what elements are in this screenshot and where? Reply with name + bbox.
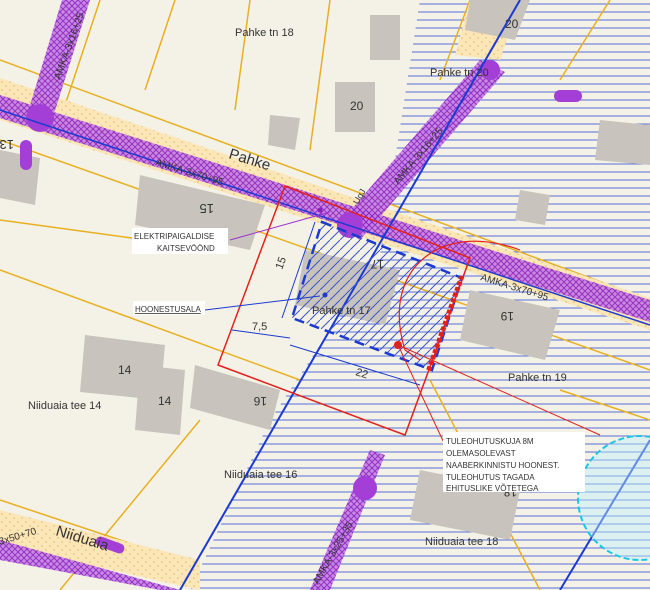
- callout-elektri: ELEKTRIPAIGALDISE KAITSEVÖÖND: [132, 228, 228, 254]
- building-small-1: [268, 115, 300, 150]
- building-small-2: [515, 190, 550, 225]
- callout-fire-line5: EHITUSLIKE VÕTETEGA: [446, 484, 539, 493]
- house-number-20-top: 20: [505, 17, 519, 31]
- house-number-13: 13: [0, 137, 14, 152]
- house-number-15: 15: [200, 201, 214, 216]
- label-niiduaia-16: Niiduaia tee 16: [224, 469, 297, 481]
- callout-elektri-line1: ELEKTRIPAIGALDISE: [134, 232, 214, 241]
- label-niiduaia-18: Niiduaia tee 18: [425, 536, 498, 548]
- house-number-20: 20: [350, 99, 364, 113]
- cable-junction-1: [26, 104, 54, 132]
- callout-hoonestusala: HOONESTUSALA: [133, 301, 205, 315]
- building-20-top: [370, 15, 400, 60]
- dimension-7-5: 7,5: [252, 321, 267, 333]
- house-number-14b: 14: [158, 394, 172, 408]
- callout-hoonestusala-text: HOONESTUSALA: [135, 305, 201, 314]
- callout-fire-line1: TULEOHUTUSKUJA 8M: [446, 437, 534, 446]
- cable-stub-3: [20, 140, 32, 170]
- label-pahke-20: Pahke tn 20: [430, 67, 489, 79]
- map-canvas[interactable]: Pahke tn 18 Pahke tn 20 Pahke tn 17 Pahk…: [0, 0, 650, 590]
- house-number-14: 14: [118, 363, 132, 377]
- map-svg: Pahke tn 18 Pahke tn 20 Pahke tn 17 Pahk…: [0, 0, 650, 590]
- callout-fire-line4: TULEOHUTUS TAGADA: [446, 473, 535, 482]
- house-number-16: 16: [253, 394, 267, 408]
- label-pahke-19: Pahke tn 19: [508, 372, 567, 384]
- callout-fire-safety: TULEOHUTUSKUJA 8M OLEMASOLEVAST NAABERKI…: [443, 432, 585, 493]
- cable-stub-1: [554, 90, 582, 102]
- cable-junction-4: [353, 476, 377, 500]
- callout-elektri-line2: KAITSEVÖÖND: [157, 244, 215, 253]
- label-pahke-17: Pahke tn 17: [312, 305, 371, 317]
- house-number-17: 17: [370, 257, 384, 271]
- label-pahke-18: Pahke tn 18: [235, 27, 294, 39]
- callout-fire-line3: NAABERKINNISTU HOONEST.: [446, 461, 559, 470]
- callout-fire-line2: OLEMASOLEVAST: [446, 449, 516, 458]
- label-niiduaia-14: Niiduaia tee 14: [28, 400, 101, 412]
- house-number-19: 19: [500, 309, 514, 323]
